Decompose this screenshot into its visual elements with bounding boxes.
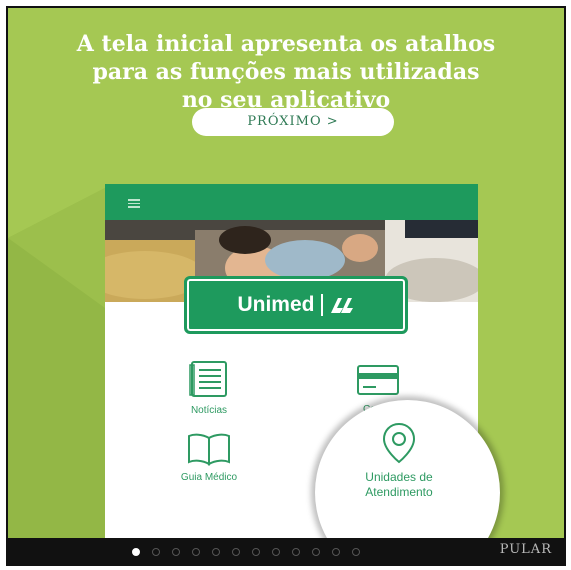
tile-guia-medico[interactable]: Guia Médico (169, 430, 249, 483)
tile-noticias-label: Notícias (190, 405, 228, 416)
device-frame: A tela inicial apresenta os atalhos para… (6, 6, 566, 566)
pager-bar: PULAR (8, 538, 564, 566)
book-icon (188, 433, 230, 466)
card-icon (357, 365, 399, 395)
skip-button[interactable]: PULAR (500, 542, 552, 557)
onboarding-screen: A tela inicial apresenta os atalhos para… (8, 8, 564, 538)
next-button[interactable]: PRÓXIMO > (192, 108, 394, 136)
headline-line-2: para as funções mais utilizadas (92, 59, 480, 85)
page-dot[interactable] (352, 548, 360, 556)
page-dot[interactable] (252, 548, 260, 556)
highlight-label-line-1: Unidades de (365, 470, 433, 484)
page-dot[interactable] (332, 548, 340, 556)
tile-noticias[interactable]: Notícias (179, 359, 239, 416)
highlight-label: Unidades de Atendimento (315, 470, 483, 500)
tile-guia-label: Guia Médico (180, 472, 238, 483)
location-pin-icon (382, 422, 416, 464)
unimed-arrows-icon (330, 298, 353, 313)
page-dot[interactable] (192, 548, 200, 556)
highlight-spotlight[interactable]: Unidades de Atendimento (315, 400, 500, 538)
chevron-right-icon: > (326, 114, 339, 129)
headline-line-1: A tela inicial apresenta os atalhos (76, 31, 496, 57)
page-dot[interactable] (312, 548, 320, 556)
onboarding-headline: A tela inicial apresenta os atalhos para… (8, 30, 564, 114)
page-indicator (132, 548, 372, 556)
highlight-label-line-2: Atendimento (365, 485, 433, 499)
news-icon (189, 361, 227, 397)
app-top-bar (105, 184, 478, 220)
page-dot[interactable] (232, 548, 240, 556)
page-dot[interactable] (212, 548, 220, 556)
brand-name: Unimed (237, 293, 315, 316)
page-dot[interactable] (152, 548, 160, 556)
page-dot[interactable] (272, 548, 280, 556)
hamburger-menu-icon (128, 199, 140, 210)
next-button-label: PRÓXIMO (247, 114, 322, 129)
unimed-logo: Unimed (184, 276, 408, 334)
app-preview: Unimed Notícias Guia Médico Unidades de … (105, 184, 500, 538)
page-dot[interactable] (292, 548, 300, 556)
page-dot[interactable] (132, 548, 140, 556)
page-dot[interactable] (172, 548, 180, 556)
